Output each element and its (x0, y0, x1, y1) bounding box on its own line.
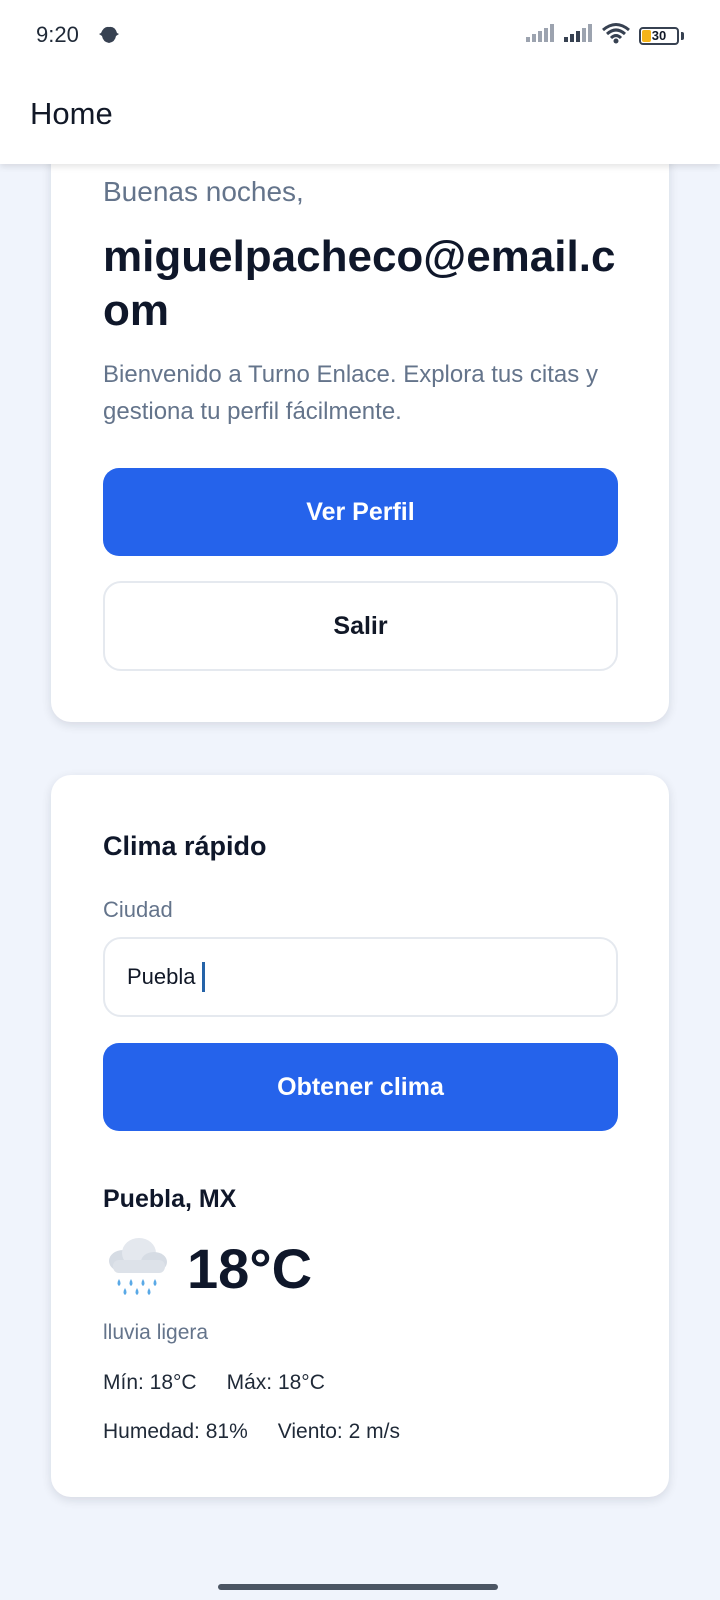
battery-fill (642, 29, 651, 42)
status-time: 9:20 (36, 22, 79, 47)
signal-icon (525, 23, 555, 48)
view-profile-button[interactable]: Ver Perfil (103, 468, 618, 556)
humidity-wind-row: Humedad: 81% Viento: 2 m/s (103, 1420, 400, 1444)
min-temp: Mín: 18°C (103, 1371, 197, 1394)
profile-card: Buenas noches, miguelpacheco@email.com B… (51, 110, 669, 722)
weather-card: Clima rápido Ciudad Puebla Obtener clima… (51, 775, 669, 1497)
status-icons: 30 (525, 22, 684, 49)
wind-speed: Viento: 2 m/s (277, 1420, 400, 1443)
battery-level: 30 (651, 28, 667, 43)
temperature-value: 18°C (187, 1237, 313, 1300)
rain-cloud-icon (103, 1235, 171, 1302)
weather-description: lluvia ligera (103, 1321, 209, 1344)
get-weather-button[interactable]: Obtener clima (103, 1043, 618, 1131)
battery-tip (681, 31, 684, 40)
logout-button[interactable]: Salir (103, 581, 618, 671)
city-field-label: Ciudad (103, 897, 173, 922)
weather-location: Puebla, MX (103, 1185, 237, 1213)
greeting-text: Buenas noches, (103, 176, 304, 207)
weather-card-title: Clima rápido (103, 831, 267, 861)
min-max-row: Mín: 18°C Máx: 18°C (103, 1371, 325, 1395)
home-indicator[interactable] (218, 1584, 498, 1590)
app-bar: Home (0, 72, 720, 164)
battery-icon: 30 (639, 26, 679, 45)
text-caret (201, 962, 205, 992)
welcome-message: Bienvenido a Turno Enlace. Explora tus c… (103, 361, 598, 425)
notification-icon (98, 24, 120, 51)
temperature-row: 18°C (103, 1235, 312, 1302)
page-title: Home (30, 96, 113, 131)
humidity: Humedad: 81% (103, 1420, 248, 1443)
city-input[interactable]: Puebla (103, 937, 618, 1017)
wifi-icon (601, 22, 631, 49)
status-bar: 9:20 30 (0, 0, 720, 72)
user-email: miguelpacheco@email.com (103, 232, 616, 335)
city-input-value: Puebla (127, 964, 196, 989)
signal-icon (563, 23, 593, 48)
max-temp: Máx: 18°C (226, 1371, 325, 1394)
